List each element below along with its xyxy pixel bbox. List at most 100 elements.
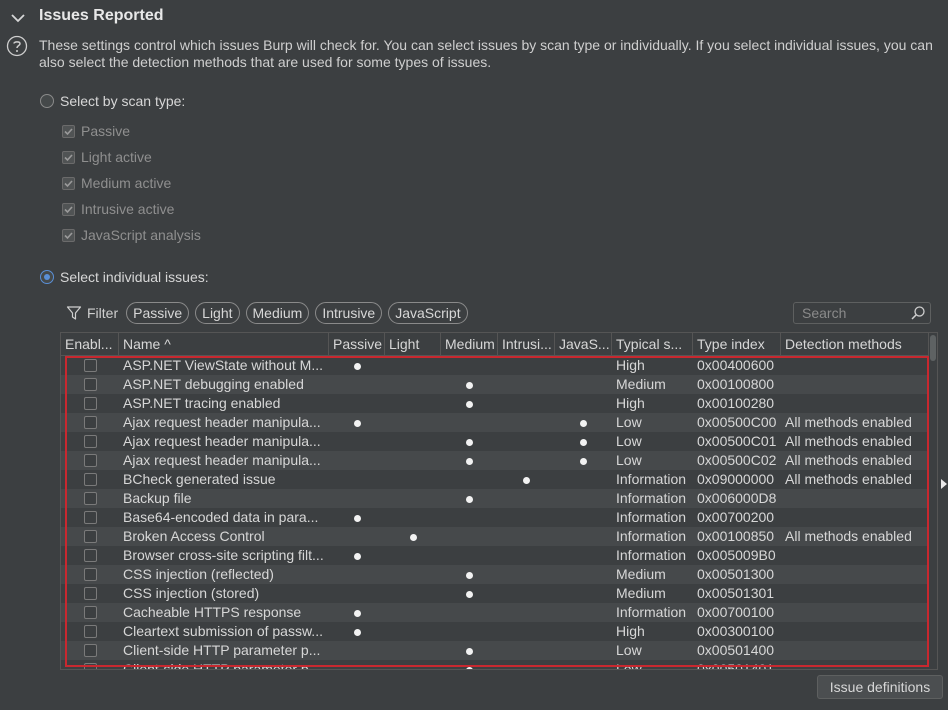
filter-chip-javascript[interactable]: JavaScript	[388, 302, 468, 324]
row-enabled-checkbox[interactable]	[84, 359, 97, 372]
bullet-icon	[466, 666, 473, 669]
row-enabled-checkbox[interactable]	[84, 511, 97, 524]
table-row[interactable]: Ajax request header manipula... Low 0x0050…	[61, 413, 929, 432]
row-enabled-checkbox[interactable]	[84, 435, 97, 448]
header-col-detection-methods[interactable]: Detection methods	[781, 333, 929, 355]
search-box[interactable]	[793, 302, 931, 324]
row-enabled-checkbox[interactable]	[84, 644, 97, 657]
vertical-scrollbar[interactable]	[929, 333, 937, 669]
header-col-javascript[interactable]: JavaS...	[555, 333, 612, 355]
cell-javascript	[555, 489, 612, 508]
scan-type-radio[interactable]: Select by scan type:	[40, 91, 185, 111]
cell-enabled	[61, 641, 119, 660]
table-row[interactable]: Ajax request header manipula... Low 0x0050…	[61, 451, 929, 470]
cell-passive	[329, 641, 385, 660]
expand-arrow-icon[interactable]	[940, 478, 948, 490]
header-col-medium[interactable]: Medium	[441, 333, 498, 355]
chevron-down-icon[interactable]	[8, 8, 28, 28]
scan-type-option-intrusive-active[interactable]: Intrusive active	[62, 200, 174, 218]
table-row[interactable]: Backup file Information 0x006000D8	[61, 489, 929, 508]
table-row[interactable]: Ajax request header manipula... Low 0x0050…	[61, 432, 929, 451]
header-col-enabled[interactable]: Enabl...	[61, 333, 119, 355]
cell-passive	[329, 413, 385, 432]
table-row[interactable]: CSS injection (reflected) Medium 0x0050130…	[61, 565, 929, 584]
header-col-type-index[interactable]: Type index	[693, 333, 781, 355]
checkbox-passive[interactable]	[62, 124, 75, 138]
cell-passive	[329, 489, 385, 508]
row-enabled-checkbox[interactable]	[84, 606, 97, 619]
checkbox-light-active[interactable]	[62, 150, 75, 164]
table-row[interactable]: ASP.NET tracing enabled High 0x00100280	[61, 394, 929, 413]
table-row[interactable]: Client-side HTTP parameter p... Low 0x0050…	[61, 641, 929, 660]
scrollbar-thumb[interactable]	[930, 335, 936, 361]
cell-intrusive	[498, 375, 555, 394]
cell-name: CSS injection (reflected)	[123, 566, 274, 582]
bullet-icon	[409, 533, 417, 541]
cell-enabled	[61, 451, 119, 470]
cell-intrusive	[498, 470, 555, 489]
header-col-light[interactable]: Light	[385, 333, 441, 355]
cell-passive	[329, 565, 385, 584]
table-row[interactable]: BCheck generated issue Information 0x09000…	[61, 470, 929, 489]
scan-type-option-passive[interactable]: Passive	[62, 122, 130, 140]
scan-type-option-javascript-analysis[interactable]: JavaScript analysis	[62, 226, 201, 244]
cell-medium	[441, 584, 498, 603]
check-icon	[64, 231, 73, 239]
header-col-severity[interactable]: Typical s...	[612, 333, 693, 355]
cell-severity: Medium	[616, 566, 666, 582]
row-enabled-checkbox[interactable]	[84, 397, 97, 410]
header-col-intrusive[interactable]: Intrusi...	[498, 333, 555, 355]
row-enabled-checkbox[interactable]	[84, 625, 97, 638]
issue-definitions-button[interactable]: Issue definitions	[817, 675, 943, 699]
cell-light	[385, 546, 441, 565]
table-row[interactable]: Base64-encoded data in para... Informatio…	[61, 508, 929, 527]
row-enabled-checkbox[interactable]	[84, 549, 97, 562]
filter-chip-intrusive[interactable]: Intrusive	[315, 302, 383, 324]
table-row[interactable]: ASP.NET ViewState without M... High 0x0040…	[61, 356, 929, 375]
bullet-icon	[353, 609, 361, 617]
table-row[interactable]: Broken Access Control Information 0x001008…	[61, 527, 929, 546]
table-row[interactable]: CSS injection (stored) Medium 0x00501301	[61, 584, 929, 603]
help-icon[interactable]	[6, 35, 28, 57]
individual-issues-radio-button[interactable]	[40, 270, 54, 284]
table-row[interactable]: Browser cross-site scripting filt... Info…	[61, 546, 929, 565]
row-enabled-checkbox[interactable]	[84, 568, 97, 581]
search-icon[interactable]	[910, 305, 926, 321]
header-col-passive[interactable]: Passive	[329, 333, 385, 355]
table-row[interactable]: Cleartext submission of passw... High 0x00…	[61, 622, 929, 641]
filter-chip-light[interactable]: Light	[195, 302, 240, 324]
checkbox-intrusive-active[interactable]	[62, 202, 75, 216]
individual-issues-radio[interactable]: Select individual issues:	[40, 267, 209, 287]
row-enabled-checkbox[interactable]	[84, 454, 97, 467]
row-enabled-checkbox[interactable]	[84, 587, 97, 600]
header-col-name[interactable]: Name ^	[119, 333, 329, 355]
cell-javascript	[555, 394, 612, 413]
filter-icon[interactable]	[66, 305, 82, 321]
row-enabled-checkbox[interactable]	[84, 416, 97, 429]
cell-name: Browser cross-site scripting filt...	[123, 547, 324, 563]
row-enabled-checkbox[interactable]	[84, 492, 97, 505]
table-row[interactable]: Client-side HTTP parameter p... Low 0x0050…	[61, 660, 929, 669]
bullet-icon	[466, 381, 473, 389]
cell-medium	[441, 413, 498, 432]
checkbox-javascript-analysis[interactable]	[62, 228, 75, 242]
filter-chip-medium[interactable]: Medium	[245, 302, 310, 324]
scan-type-option-light-active[interactable]: Light active	[62, 148, 152, 166]
checkbox-medium-active[interactable]	[62, 176, 75, 190]
cell-enabled	[61, 413, 119, 432]
row-enabled-checkbox[interactable]	[84, 530, 97, 543]
filter-chip-passive[interactable]: Passive	[126, 302, 190, 324]
row-enabled-checkbox[interactable]	[84, 663, 97, 669]
scan-type-radio-button[interactable]	[40, 94, 54, 108]
cell-passive	[329, 508, 385, 527]
row-enabled-checkbox[interactable]	[84, 473, 97, 486]
table-row[interactable]: Cacheable HTTPS response Information 0x007…	[61, 603, 929, 622]
search-input[interactable]	[794, 304, 910, 322]
cell-type-index: 0x00100850	[697, 528, 775, 544]
scan-type-option-medium-active[interactable]: Medium active	[62, 174, 171, 192]
row-enabled-checkbox[interactable]	[84, 378, 97, 391]
table-row[interactable]: ASP.NET debugging enabled Medium 0x0010080…	[61, 375, 929, 394]
cell-passive	[329, 546, 385, 565]
table-body: ASP.NET ViewState without M... High 0x0040…	[61, 356, 929, 669]
cell-name: Ajax request header manipula...	[123, 414, 321, 430]
